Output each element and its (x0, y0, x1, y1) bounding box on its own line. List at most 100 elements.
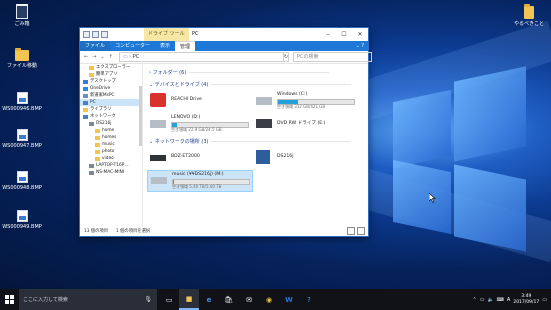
start-button[interactable] (0, 289, 19, 310)
mail-icon[interactable]: ✉ (239, 289, 259, 310)
nav-item[interactable]: OneDrive (80, 85, 142, 92)
network-tile[interactable]: music (¥¥DS216j) (M:) 空き領域 5.40 TB/5.40 … (147, 170, 253, 192)
nav-scrollbar[interactable] (139, 86, 142, 146)
nav-item[interactable]: デスクトップ (80, 78, 142, 85)
desktop-icon-file-move[interactable]: ファイル移動 (0, 48, 44, 69)
word-icon[interactable]: W (279, 289, 299, 310)
selected-count: 1 個の項目を選択 (116, 229, 151, 234)
folder-icon[interactable] (101, 31, 108, 38)
nav-item[interactable]: ライブラリ (80, 106, 142, 113)
windows-logo-wallpaper (454, 164, 526, 252)
minimize-button[interactable]: – (320, 28, 336, 41)
nav-item[interactable]: 簡単アプリ (80, 71, 142, 78)
nav-item-label: homes (102, 135, 117, 140)
nav-item[interactable]: photo (80, 148, 142, 155)
windows-drive-icon (256, 97, 272, 105)
title-bar[interactable]: ドライブ ツール PC – ☐ ✕ (80, 28, 368, 41)
tab-view[interactable]: 表示 (155, 41, 175, 51)
nav-item-icon (83, 79, 88, 84)
group-label: デバイスとドライブ (4) (154, 82, 209, 88)
nav-item[interactable]: homes (80, 134, 142, 141)
edge-icon[interactable]: e (199, 289, 219, 310)
nav-item-icon (83, 86, 88, 91)
taskbar-apps: ▭ ■ e 🛍 ✉ ◉ W ? (159, 289, 319, 310)
tiles-view-icon[interactable] (357, 227, 365, 235)
address-bar[interactable]: ▭ › PC (118, 52, 284, 62)
desktop-icon-bmp[interactable]: WS000949.BMP (0, 210, 44, 230)
network-name: DS216j (277, 154, 294, 159)
drive-tile[interactable]: LENOVO (D:) 空き領域 22.9 GB/24.5 GB (147, 114, 251, 134)
clock[interactable]: 3:49 2017/09/17 (513, 294, 539, 306)
properties-icon[interactable] (83, 31, 90, 38)
group-label: ネットワークの場所 (3) (154, 139, 209, 145)
microphone-icon[interactable]: 🎙 (144, 296, 152, 303)
nav-item[interactable]: 新道家MsPC (80, 92, 142, 99)
file-explorer-icon[interactable]: ■ (179, 289, 199, 310)
nav-item[interactable]: home (80, 127, 142, 134)
desktop-icon-label: WS000946.BMP (2, 106, 42, 112)
desktop-icon-todo-folder[interactable]: やるべきこと (507, 4, 551, 27)
details-view-icon[interactable] (347, 227, 355, 235)
desktop-icon-bmp[interactable]: WS000948.BMP (0, 171, 44, 191)
desktop-icon-bmp[interactable]: WS000946.BMP (0, 92, 44, 112)
chrome-icon[interactable]: ◉ (259, 289, 279, 310)
drive-tile[interactable]: DVD RW ドライブ (E:) (253, 114, 357, 134)
nav-item[interactable]: video (80, 155, 142, 162)
keyboard-icon[interactable]: ⌨ (497, 297, 504, 303)
group-devices[interactable]: ⌄ デバイスとドライブ (4) (149, 81, 353, 88)
tab-file[interactable]: ファイル (80, 41, 111, 51)
help-icon[interactable]: ⌄ ? (356, 43, 368, 49)
recent-dropdown-icon[interactable]: ⌄ (100, 54, 104, 60)
recycle-bin-icon (16, 4, 28, 19)
close-button[interactable]: ✕ (352, 28, 368, 41)
refresh-button[interactable]: ↻ (283, 52, 290, 62)
network-icon[interactable]: ▭ (480, 297, 485, 303)
group-network[interactable]: ⌄ ネットワークの場所 (3) (149, 138, 354, 145)
volume-icon[interactable]: 🔈 (487, 297, 493, 303)
store-icon[interactable]: 🛍 (219, 289, 239, 310)
nav-item-label: 簡単アプリ (96, 72, 118, 77)
up-icon[interactable]: ↑ (109, 54, 113, 60)
back-icon[interactable]: ← (84, 54, 88, 60)
nav-item-icon (83, 107, 88, 112)
nav-item-icon (89, 72, 94, 77)
drive-tile[interactable]: Windows (C:) 空き領域 312 GB/421 GB (253, 91, 357, 111)
nav-item[interactable]: LAPTOP-T16P… (80, 162, 142, 169)
drive-tile[interactable]: REACHI Drive (147, 91, 251, 111)
group-folders[interactable]: › フォルダー (6) (149, 69, 331, 76)
drive-tools-tab[interactable]: ドライブ ツール (144, 28, 189, 41)
nav-item-icon (89, 121, 94, 126)
system-tray: ⌃ ▭ 🔈 ⌨ A 3:49 2017/09/17 ▭ (473, 294, 551, 306)
bmp-file-icon (16, 129, 28, 141)
nav-item[interactable]: ネットワーク (80, 113, 142, 120)
desktop-icon-recycle-bin[interactable]: ごみ箱 (0, 4, 44, 27)
search-input[interactable]: PCの検索 (293, 52, 373, 62)
notifications-icon[interactable]: ▭ (542, 297, 547, 303)
new-folder-icon[interactable] (92, 31, 99, 38)
desktop-icon-bmp[interactable]: WS000947.BMP (0, 129, 44, 149)
maximize-button[interactable]: ☐ (336, 28, 352, 41)
window-controls: – ☐ ✕ (320, 28, 368, 41)
tab-manage[interactable]: 管理 (175, 40, 196, 52)
nav-item[interactable]: music (80, 141, 142, 148)
taskbar-search[interactable]: ここに入力して検索 🎙 (19, 289, 157, 310)
nav-item[interactable]: PC (80, 99, 142, 106)
chevron-up-icon[interactable]: ⌃ (473, 297, 477, 303)
nav-item-label: ライブラリ (90, 107, 112, 112)
free-space-text: 空き領域 22.9 GB/24.5 GB (171, 127, 222, 132)
taskbar: ここに入力して検索 🎙 ▭ ■ e 🛍 ✉ ◉ W ? ⌃ ▭ 🔈 ⌨ A 3:… (0, 289, 551, 310)
network-tile[interactable]: DS216j (253, 148, 357, 168)
tab-computer[interactable]: コンピューター (110, 41, 155, 51)
chevron-down-icon: ⌄ (149, 82, 154, 88)
nav-item[interactable]: NS-MAC-MINI (80, 169, 142, 176)
ime-indicator[interactable]: A (507, 297, 510, 303)
desktop-icon-label: WS000948.BMP (2, 185, 42, 191)
windows-logo-wallpaper (393, 159, 451, 235)
network-tile[interactable]: BDZ-ET2000 (147, 148, 251, 168)
nav-item[interactable]: エクスプローラー (80, 64, 142, 71)
forward-icon[interactable]: → (92, 54, 96, 60)
nav-item-icon (89, 65, 94, 70)
nav-item[interactable]: DS216j (80, 120, 142, 127)
task-view-icon[interactable]: ▭ (159, 289, 179, 310)
help-icon[interactable]: ? (299, 289, 319, 310)
